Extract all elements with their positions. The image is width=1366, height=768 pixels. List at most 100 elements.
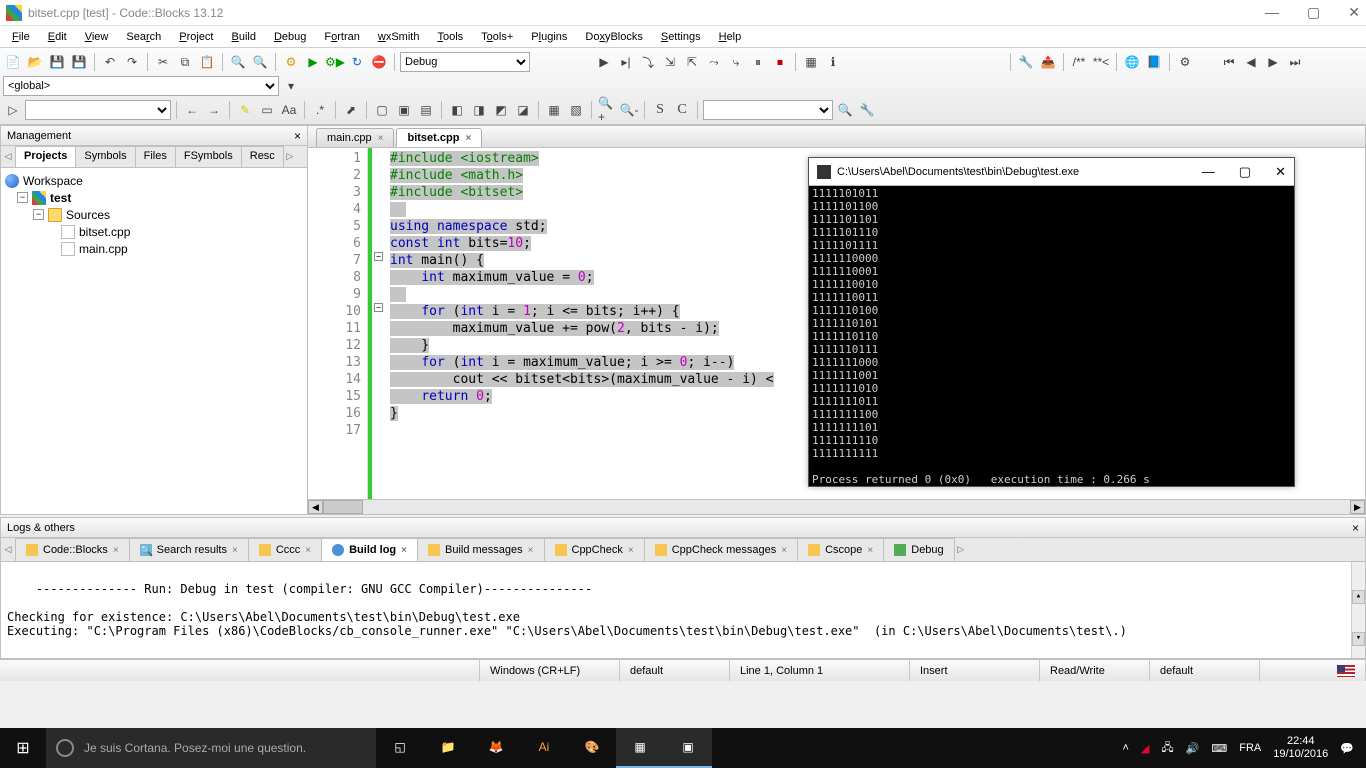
tab-files[interactable]: Files — [135, 146, 176, 167]
t9-icon[interactable]: ▧ — [566, 100, 586, 120]
case-icon[interactable]: Aa — [279, 100, 299, 120]
menu-fortran[interactable]: Fortran — [316, 29, 367, 45]
menu-wxsmith[interactable]: wxSmith — [370, 29, 428, 45]
rebuild-icon[interactable]: ↻ — [347, 52, 367, 72]
next-instr-icon[interactable]: ⤳ — [704, 52, 724, 72]
log-next-icon[interactable]: ▴ — [1352, 590, 1365, 604]
new-file-icon[interactable]: 📄 — [3, 52, 23, 72]
doxy-wizard-icon[interactable]: 🔧 — [1016, 52, 1036, 72]
scope-dropdown-icon[interactable]: ▾ — [281, 76, 301, 96]
nav-next-icon[interactable]: ▶ — [1263, 52, 1283, 72]
t3-icon[interactable]: ▤ — [416, 100, 436, 120]
debug-continue-icon[interactable]: ▶ — [594, 52, 614, 72]
menu-plugins[interactable]: Plugins — [523, 29, 575, 45]
system-tray[interactable]: ˄ ◢ 🖧 🔊 ⌨ FRA 22:44 19/10/2016 💬 — [1110, 735, 1366, 761]
run-to-cursor-icon[interactable]: ▸| — [616, 52, 636, 72]
menu-doxyblocks[interactable]: DoxyBlocks — [577, 29, 650, 45]
doxy-block-icon[interactable]: /** — [1069, 52, 1089, 72]
task-codeblocks-icon[interactable]: ▦ — [616, 728, 664, 768]
menu-search[interactable]: Search — [118, 29, 169, 45]
menu-tools[interactable]: Tools — [429, 29, 471, 45]
logtab-buildlog[interactable]: Build log× — [321, 538, 418, 561]
regex-icon[interactable]: .* — [310, 100, 330, 120]
selection-icon[interactable]: ▭ — [257, 100, 277, 120]
tab-symbols[interactable]: Symbols — [75, 146, 135, 167]
doxy-prefs-icon[interactable]: ⚙ — [1175, 52, 1195, 72]
nav-first-icon[interactable]: ⏮ — [1219, 52, 1239, 72]
tray-keyboard-icon[interactable]: ⌨ — [1211, 742, 1227, 755]
toggle-icon[interactable]: − — [17, 192, 28, 203]
doxy-extract-icon[interactable]: 📤 — [1038, 52, 1058, 72]
taskbar[interactable]: ⊞ Je suis Cortana. Posez-moi une questio… — [0, 728, 1366, 768]
management-close-icon[interactable]: × — [294, 129, 301, 143]
logtab-cccc[interactable]: Cccc× — [248, 538, 322, 561]
tab-scroll-right-icon[interactable]: ▷ — [283, 146, 297, 167]
task-console-icon[interactable]: ▣ — [664, 728, 712, 768]
paste-icon[interactable]: 📋 — [197, 52, 217, 72]
logtab-cscope[interactable]: Cscope× — [797, 538, 884, 561]
replace-icon[interactable]: 🔍 — [250, 52, 270, 72]
copy-icon[interactable]: ⧉ — [175, 52, 195, 72]
debug-info-icon[interactable]: ℹ — [823, 52, 843, 72]
next-line-icon[interactable]: ⤵ — [638, 52, 658, 72]
scroll-right-icon[interactable]: ▶ — [1350, 500, 1365, 514]
logs-body[interactable]: -------------- Run: Debug in test (compi… — [1, 562, 1365, 658]
menu-debug[interactable]: Debug — [266, 29, 314, 45]
step-instr-icon[interactable]: ⤷ — [726, 52, 746, 72]
logs-sidebar[interactable]: ▴ ▾ — [1351, 562, 1365, 658]
menu-edit[interactable]: Edit — [40, 29, 75, 45]
step-into-icon[interactable]: ⇲ — [660, 52, 680, 72]
zoom-in-icon[interactable]: 🔍+ — [597, 100, 617, 120]
undo-icon[interactable]: ↶ — [100, 52, 120, 72]
t5-icon[interactable]: ◨ — [469, 100, 489, 120]
tab-fsymbols[interactable]: FSymbols — [175, 146, 242, 167]
abort-icon[interactable]: ⛔ — [369, 52, 389, 72]
logs-scroll-right-icon[interactable]: ▷ — [954, 538, 968, 561]
tree-folder[interactable]: Sources — [66, 208, 110, 222]
doxy-line-icon[interactable]: **< — [1091, 52, 1111, 72]
doxy-html-icon[interactable]: 🌐 — [1122, 52, 1142, 72]
settings-icon[interactable]: 🔧 — [857, 100, 877, 120]
zoom-out-icon[interactable]: 🔍- — [619, 100, 639, 120]
redo-icon[interactable]: ↷ — [122, 52, 142, 72]
tray-volume-icon[interactable]: 🔊 — [1186, 742, 1200, 755]
back-icon[interactable]: ← — [182, 100, 202, 120]
stop-debug-icon[interactable]: ⏹ — [770, 52, 790, 72]
task-view-icon[interactable]: ◱ — [376, 728, 424, 768]
tree-workspace[interactable]: Workspace — [23, 174, 83, 188]
logtab-cppcheckmsg[interactable]: CppCheck messages× — [644, 538, 798, 561]
fold-column[interactable]: − − — [372, 148, 386, 499]
menu-file[interactable]: File — [4, 29, 38, 45]
menu-build[interactable]: Build — [224, 29, 264, 45]
menu-project[interactable]: Project — [171, 29, 221, 45]
tray-notifications-icon[interactable]: 💬 — [1340, 742, 1354, 755]
options-icon[interactable]: 🔍 — [835, 100, 855, 120]
project-tree[interactable]: Workspace −test −Sources bitset.cpp main… — [1, 168, 307, 514]
console-window[interactable]: C:\Users\Abel\Documents\test\bin\Debug\t… — [808, 157, 1295, 487]
t1-icon[interactable]: ▢ — [372, 100, 392, 120]
start-button[interactable]: ⊞ — [0, 728, 46, 768]
tab-resources[interactable]: Resc — [241, 146, 284, 167]
tab-scroll-left-icon[interactable]: ◁ — [1, 146, 15, 167]
tree-file[interactable]: main.cpp — [79, 242, 128, 256]
highlight-icon[interactable]: ✎ — [235, 100, 255, 120]
logs-scroll-left-icon[interactable]: ◁ — [1, 538, 15, 561]
close-button[interactable]: ✕ — [1348, 4, 1360, 21]
fold-toggle-icon[interactable]: − — [374, 303, 383, 312]
cursor-icon[interactable]: ⬈ — [341, 100, 361, 120]
t6-icon[interactable]: ◩ — [491, 100, 511, 120]
tray-avira-icon[interactable]: ◢ — [1141, 742, 1149, 755]
fwd-icon[interactable]: → — [204, 100, 224, 120]
console-output[interactable]: 1111101011 1111101100 1111101101 1111101… — [809, 186, 1294, 486]
logtab-cppcheck[interactable]: CppCheck× — [544, 538, 645, 561]
tree-project[interactable]: test — [50, 191, 71, 205]
save-all-icon[interactable]: 💾 — [69, 52, 89, 72]
t4-icon[interactable]: ◧ — [447, 100, 467, 120]
tab-close-icon[interactable]: × — [378, 133, 384, 144]
logtab-buildmsg[interactable]: Build messages× — [417, 538, 545, 561]
console-max-icon[interactable]: ▢ — [1239, 164, 1251, 180]
tab-projects[interactable]: Projects — [15, 146, 76, 167]
step-out-icon[interactable]: ⇱ — [682, 52, 702, 72]
fold-toggle-icon[interactable]: − — [374, 252, 383, 261]
logtab-debugger[interactable]: Debug — [883, 538, 954, 561]
